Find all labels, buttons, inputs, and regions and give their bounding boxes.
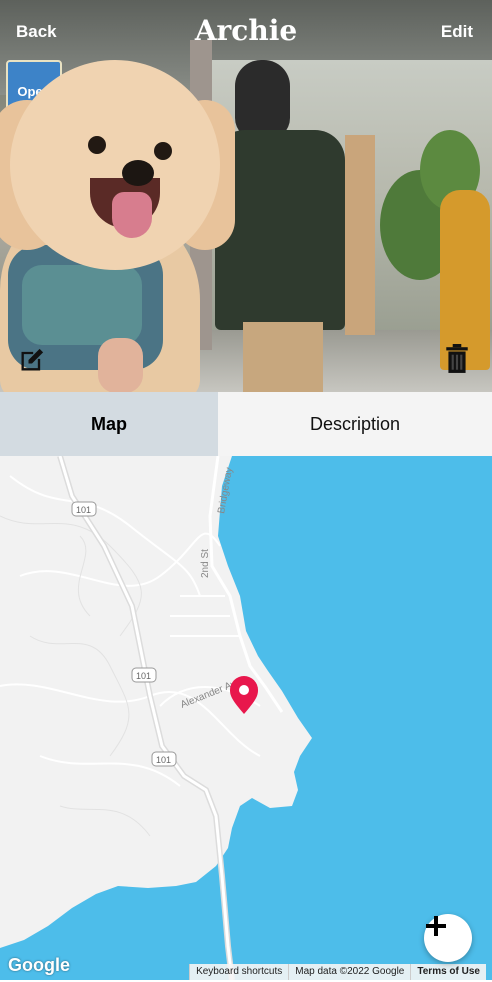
detail-tabs: Map Description: [0, 392, 492, 456]
map-data-text: Map data ©2022 Google: [288, 964, 410, 980]
pet-photo: Open Back Archie Edit: [0, 0, 492, 392]
google-logo: Google: [8, 955, 70, 975]
photo-background-person: [215, 60, 350, 392]
road-shield-101: 101: [76, 505, 91, 515]
location-map[interactable]: 101 101 101 Bridgeway 2nd St Alexander A…: [0, 456, 492, 980]
map-attribution: Keyboard shortcuts Map data ©2022 Google…: [189, 964, 486, 980]
dog-subject: [0, 60, 235, 392]
photo-background-person: [440, 190, 490, 370]
edit-note-icon[interactable]: [18, 346, 46, 374]
tab-map[interactable]: Map: [0, 392, 218, 456]
road-shield-101: 101: [156, 755, 171, 765]
top-bar: Back Archie Edit: [0, 0, 492, 64]
trash-icon[interactable]: [444, 344, 472, 373]
plus-icon: [426, 916, 446, 936]
road-shield-101: 101: [136, 671, 151, 681]
keyboard-shortcuts-link[interactable]: Keyboard shortcuts: [189, 964, 288, 980]
add-button[interactable]: [424, 914, 472, 962]
edit-button[interactable]: Edit: [441, 22, 473, 42]
terms-of-use-link[interactable]: Terms of Use: [410, 964, 486, 980]
page-title: Archie: [194, 14, 298, 47]
map-canvas: 101 101 101 Bridgeway 2nd St Alexander A…: [0, 456, 312, 980]
map-label-2nd-st: 2nd St: [200, 549, 211, 578]
tab-description[interactable]: Description: [218, 392, 492, 456]
